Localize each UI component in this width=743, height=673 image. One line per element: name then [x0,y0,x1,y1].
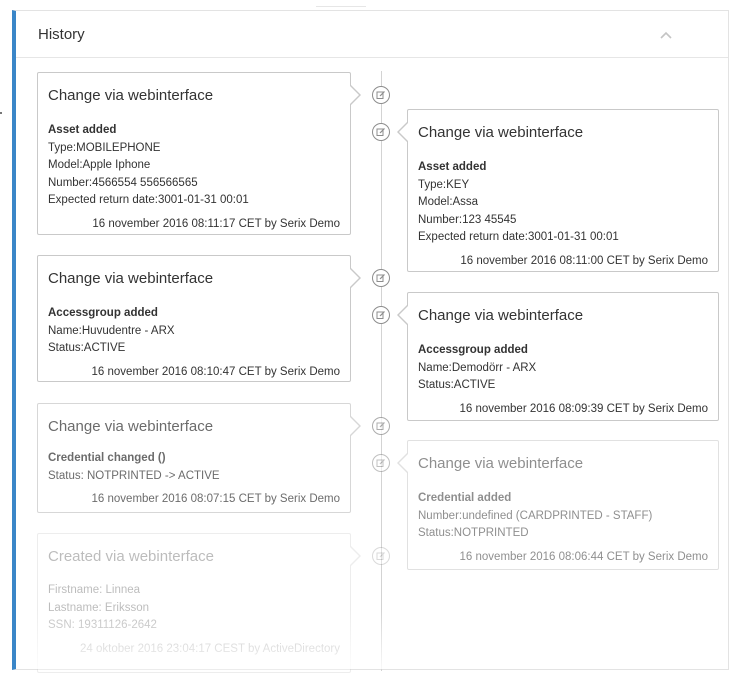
chevron-up-icon[interactable] [659,29,673,43]
history-entry: Change via webinterface Accessgroup adde… [37,255,351,382]
history-entry: Change via webinterface Asset added Type… [407,109,719,272]
edit-icon [372,454,390,472]
entry-line: Status: NOTPRINTED -> ACTIVE [48,469,220,482]
entry-pointer [397,122,408,142]
entry-line: Expected return date:3001-01-31 00:01 [418,231,619,243]
margin-mark [0,112,2,114]
entry-line: Number:4566554 556566565 [48,176,198,189]
entry-footer: 16 november 2016 08:11:00 CET by Serix D… [460,254,708,267]
entry-heading: Asset added [48,124,117,136]
entry-body: Asset added Type:MOBILEPHONE Model:Apple… [48,122,340,210]
entry-body: Accessgroup added Name:Huvudentre - ARX … [48,305,340,358]
entry-line: Number:undefined (CARDPRINTED - STAFF) [418,509,653,522]
entry-line: Type:KEY [418,178,470,191]
history-entry: Change via webinterface Accessgroup adde… [407,292,719,421]
edit-icon [372,417,390,435]
entry-heading: Accessgroup added [418,344,528,356]
entry-line: Model:Apple Iphone [48,159,151,171]
entry-footer: 16 november 2016 08:10:47 CET by Serix D… [91,365,340,378]
entry-line: Type:MOBILEPHONE [48,141,161,154]
history-entry: Change via webinterface Credential added… [407,440,719,570]
history-entry: Created via webinterface Firstname: Linn… [37,533,351,673]
entry-pointer [350,546,361,566]
history-entry: Change via webinterface Asset added Type… [37,72,351,235]
entry-line: Status:ACTIVE [418,379,496,391]
entry-title: Change via webinterface [48,270,214,287]
top-tab-stub [316,0,366,7]
entry-line: Status:ACTIVE [48,342,126,354]
edit-icon [372,306,390,324]
edit-icon [372,547,390,565]
entry-pointer [397,453,408,473]
entry-footer: 16 november 2016 08:09:39 CET by Serix D… [459,402,708,415]
entry-line: Number:123 45545 [418,213,517,226]
entry-line: Firstname: Linnea [48,584,141,596]
entry-pointer [350,85,361,105]
entry-footer: 24 oktober 2016 23:04:17 CEST by ActiveD… [80,642,340,655]
history-panel: History Change via webinterface Asset ad… [12,10,729,673]
entry-pointer [397,305,408,325]
entry-footer: 16 november 2016 08:11:17 CET by Serix D… [92,217,340,230]
entry-title: Change via webinterface [418,307,584,324]
entry-line: Lastname: Eriksson [48,601,149,614]
entry-title: Change via webinterface [48,418,214,435]
timeline-line [381,71,382,671]
entry-title: Change via webinterface [418,455,584,472]
edit-icon [372,269,390,287]
panel-title: History [38,26,85,43]
entry-heading: Credential changed () [48,452,166,464]
entry-body: Firstname: Linnea Lastname: Eriksson SSN… [48,582,340,635]
entry-line: Model:Assa [418,196,479,208]
entry-pointer [350,416,361,436]
entry-body: Accessgroup added Name:Demodörr - ARX St… [418,342,708,395]
entry-body: Credential added Number:undefined (CARDP… [418,490,708,543]
edit-icon [372,123,390,141]
entry-body: Credential changed () Status: NOTPRINTED… [48,450,340,485]
entry-footer: 16 november 2016 08:07:15 CET by Serix D… [91,493,340,505]
entry-title: Created via webinterface [48,548,214,565]
entry-body: Asset added Type:KEY Model:Assa Number:1… [418,159,708,247]
entry-title: Change via webinterface [48,87,214,104]
edit-icon [372,86,390,104]
panel-header: History [16,11,728,58]
entry-line: SSN: 19311126-2642 [48,619,157,631]
entry-pointer [350,268,361,288]
entry-line: Name:Huvudentre - ARX [48,324,175,337]
entry-heading: Credential added [418,492,512,504]
entry-heading: Accessgroup added [48,307,158,319]
entry-title: Change via webinterface [418,124,584,141]
entry-footer: 16 november 2016 08:06:44 CET by Serix D… [459,550,708,563]
entry-line: Status:NOTPRINTED [418,527,529,539]
entry-heading: Asset added [418,161,487,173]
entry-line: Expected return date:3001-01-31 00:01 [48,194,249,206]
history-entry: Change via webinterface Credential chang… [37,403,351,513]
entry-line: Name:Demodörr - ARX [418,361,537,374]
